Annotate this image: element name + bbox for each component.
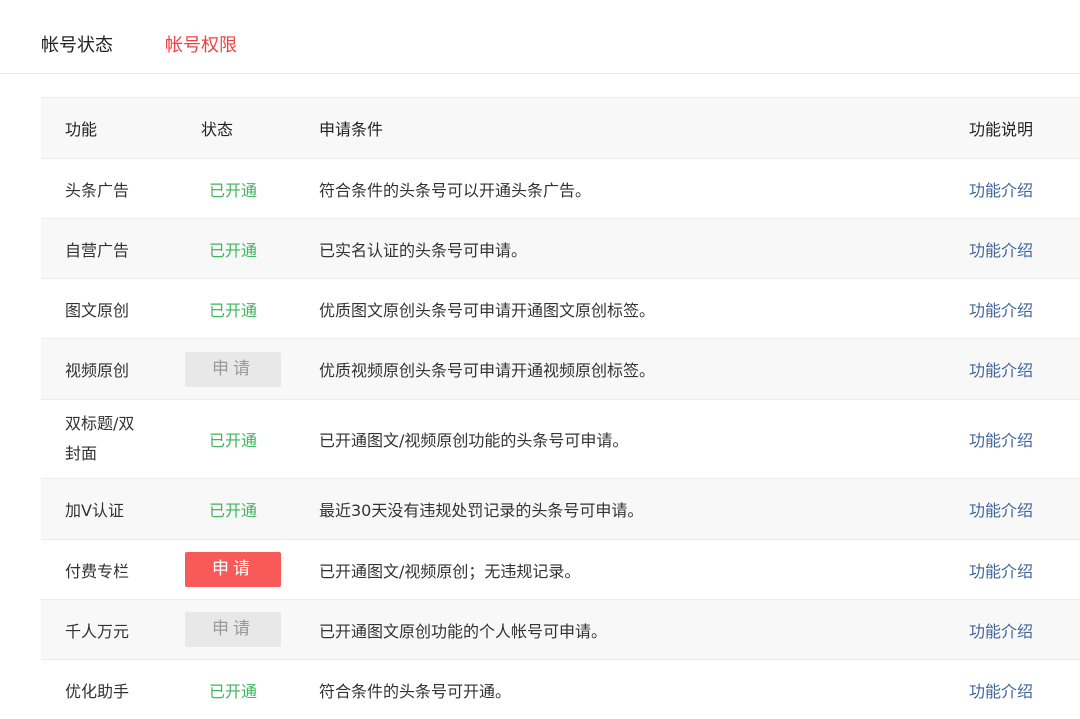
header-function: 功能: [65, 120, 98, 139]
table-header: 功能 状态 申请条件 功能说明: [41, 97, 1080, 158]
description-cell: 功能介绍: [969, 177, 1080, 201]
apply-button-disabled[interactable]: 申请: [185, 351, 281, 387]
condition-text: 符合条件的头条号可开通。: [319, 681, 512, 701]
status-cell: 已开通: [167, 177, 319, 201]
status-cell: 已开通: [167, 427, 319, 451]
status-opened-label: 已开通: [208, 501, 257, 520]
condition-text: 最近30天没有违规处罚记录的头条号可申请。: [319, 501, 644, 520]
function-name: 付费专栏: [65, 561, 130, 581]
table-row: 头条广告 已开通 符合条件的头条号可以开通头条广告。 功能介绍: [41, 158, 1080, 218]
function-name-line: 双标题/双: [65, 414, 135, 433]
description-cell: 功能介绍: [969, 497, 1080, 521]
status-opened-label: 已开通: [208, 180, 257, 200]
feature-intro-link[interactable]: 功能介绍: [969, 431, 1033, 450]
status-cell: 已开通: [167, 237, 319, 261]
apply-button-disabled[interactable]: 申请: [185, 612, 281, 647]
function-name: 加V认证: [65, 501, 124, 520]
permissions-table: 功能 状态 申请条件 功能说明 头条广告 已开通 符合条件的头条号可以开通头条广…: [41, 97, 1080, 719]
condition-text: 已开通图文原创功能的个人帐号可申请。: [319, 621, 608, 641]
function-name: 优化助手: [65, 681, 130, 701]
table-row: 千人万元 申请 已开通图文原创功能的个人帐号可申请。 功能介绍: [41, 599, 1080, 659]
description-cell: 功能介绍: [969, 618, 1080, 642]
tab-account-permissions[interactable]: 帐号权限: [165, 34, 237, 58]
condition-text: 符合条件的头条号可以开通头条广告。: [319, 180, 592, 200]
table-row: 图文原创 已开通 优质图文原创头条号可申请开通图文原创标签。 功能介绍: [41, 278, 1080, 338]
condition-text: 已开通图文/视频原创；无违规记录。: [319, 561, 581, 581]
condition-text: 已实名认证的头条号可申请。: [319, 240, 528, 260]
function-name: 自营广告: [65, 240, 130, 260]
feature-intro-link[interactable]: 功能介绍: [969, 682, 1033, 701]
header-status: 状态: [201, 120, 234, 139]
function-name-line: 封面: [65, 444, 98, 463]
tab-bar: 帐号状态 帐号权限: [0, 0, 1080, 74]
feature-intro-link[interactable]: 功能介绍: [969, 361, 1033, 380]
function-name: 视频原创: [65, 361, 130, 380]
condition-text: 优质图文原创头条号可申请开通图文原创标签。: [319, 300, 656, 320]
apply-button[interactable]: 申请: [185, 552, 281, 587]
description-cell: 功能介绍: [969, 297, 1080, 321]
status-opened-label: 已开通: [208, 240, 257, 260]
description-cell: 功能介绍: [969, 558, 1080, 582]
feature-intro-link[interactable]: 功能介绍: [969, 181, 1033, 200]
condition-text: 已开通图文/视频原创功能的头条号可申请。: [319, 431, 629, 450]
feature-intro-link[interactable]: 功能介绍: [969, 562, 1033, 581]
header-description: 功能说明: [969, 120, 1034, 139]
status-opened-label: 已开通: [208, 300, 257, 320]
status-cell: 申请: [167, 351, 319, 387]
feature-intro-link[interactable]: 功能介绍: [969, 622, 1033, 641]
table-row: 自营广告 已开通 已实名认证的头条号可申请。 功能介绍: [41, 218, 1080, 278]
table-row: 双标题/双 封面 已开通 已开通图文/视频原创功能的头条号可申请。 功能介绍: [41, 399, 1080, 478]
table-row: 优化助手 已开通 符合条件的头条号可开通。 功能介绍: [41, 659, 1080, 719]
condition-text: 优质视频原创头条号可申请开通视频原创标签。: [319, 361, 656, 380]
status-cell: 申请: [167, 612, 319, 647]
description-cell: 功能介绍: [969, 357, 1080, 381]
feature-intro-link[interactable]: 功能介绍: [969, 241, 1033, 260]
function-name: 头条广告: [65, 180, 130, 200]
description-cell: 功能介绍: [969, 427, 1080, 451]
description-cell: 功能介绍: [969, 237, 1080, 261]
status-cell: 已开通: [167, 297, 319, 321]
feature-intro-link[interactable]: 功能介绍: [969, 301, 1033, 320]
feature-intro-link[interactable]: 功能介绍: [969, 501, 1033, 520]
status-cell: 已开通: [167, 678, 319, 702]
function-name: 图文原创: [65, 300, 130, 320]
function-name: 千人万元: [65, 621, 130, 641]
status-opened-label: 已开通: [208, 681, 257, 701]
table-row: 加V认证 已开通 最近30天没有违规处罚记录的头条号可申请。 功能介绍: [41, 478, 1080, 539]
status-cell: 申请: [167, 552, 319, 587]
status-opened-label: 已开通: [208, 431, 257, 450]
table-row: 视频原创 申请 优质视频原创头条号可申请开通视频原创标签。 功能介绍: [41, 338, 1080, 399]
status-cell: 已开通: [167, 497, 319, 521]
description-cell: 功能介绍: [969, 678, 1080, 702]
function-name: 双标题/双 封面: [41, 409, 167, 469]
table-row: 付费专栏 申请 已开通图文/视频原创；无违规记录。 功能介绍: [41, 539, 1080, 599]
header-condition: 申请条件: [319, 120, 384, 139]
tab-account-status[interactable]: 帐号状态: [41, 34, 113, 58]
